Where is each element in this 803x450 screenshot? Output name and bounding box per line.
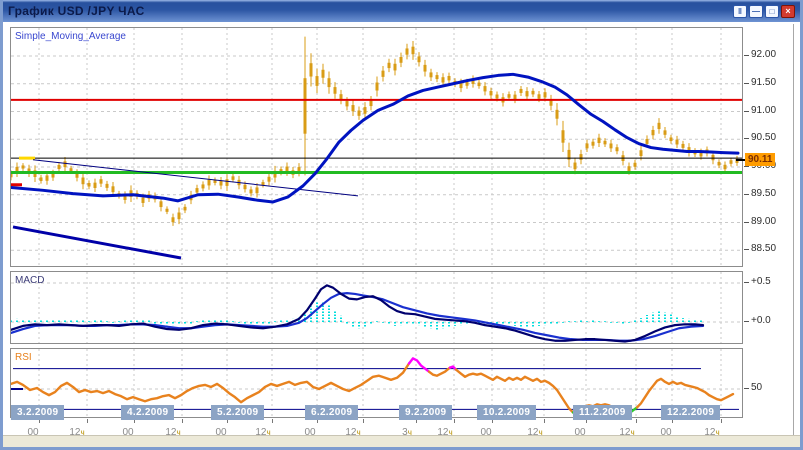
macd-tick-dash [744, 282, 749, 283]
price-tick-label: 92.00 [751, 49, 776, 60]
date-label: 12.2.2009 [661, 405, 720, 420]
date-label: 3.2.2009 [11, 405, 64, 420]
price-tick-label: 88.50 [751, 243, 776, 254]
time-axis-tick [272, 419, 273, 423]
maximize-button[interactable]: □ [765, 5, 779, 18]
time-label: 12ч [437, 427, 452, 438]
hour-suffix: ч [630, 428, 634, 437]
pause-button[interactable]: ‖ [733, 5, 747, 18]
price-tick-label: 89.00 [751, 216, 776, 227]
price-tick-label: 90.50 [751, 132, 776, 143]
time-label: 3ч [402, 427, 412, 438]
date-label: 5.2.2009 [211, 405, 264, 420]
price-chart-canvas[interactable] [10, 27, 743, 267]
date-label: 9.2.2009 [399, 405, 452, 420]
price-tick-dash [744, 194, 749, 195]
date-label: 10.2.2009 [477, 405, 536, 420]
date-label: 4.2.2009 [121, 405, 174, 420]
price-tick-dash [744, 111, 749, 112]
hour-suffix: ч [80, 428, 84, 437]
time-label: 00 [27, 427, 38, 438]
time-label: 12ч [704, 427, 719, 438]
hour-suffix: ч [266, 428, 270, 437]
close-button[interactable]: × [781, 5, 795, 18]
time-axis-tick [182, 419, 183, 423]
time-label: 00 [480, 427, 491, 438]
date-label: 11.2.2009 [573, 405, 632, 420]
time-label: 12ч [527, 427, 542, 438]
time-label: 00 [660, 427, 671, 438]
rsi-chart-canvas[interactable] [10, 348, 743, 418]
time-label: 00 [574, 427, 585, 438]
price-tick-dash [744, 249, 749, 250]
price-tick-label: 91.50 [751, 77, 776, 88]
price-tick-dash [744, 138, 749, 139]
title-bar[interactable]: График USD /JPY ЧАС ‖ — □ × [2, 0, 801, 22]
price-tick-dash [744, 166, 749, 167]
time-label: 00 [122, 427, 133, 438]
time-label: 00 [304, 427, 315, 438]
price-tick-dash [744, 55, 749, 56]
price-tick-label: 91.00 [751, 105, 776, 116]
rsi-tick-label: 50 [751, 382, 762, 393]
date-label: 6.2.2009 [305, 405, 358, 420]
hour-suffix: ч [356, 428, 360, 437]
hour-suffix: ч [408, 428, 412, 437]
window-title: График USD /JPY ЧАС [8, 4, 145, 18]
macd-tick-dash [744, 321, 749, 322]
time-label: 12ч [619, 427, 634, 438]
macd-tick-label: +0.5 [751, 276, 771, 287]
time-axis-tick [721, 419, 722, 423]
chart-content: Simple_Moving_Average MACD RSI 92.0091.5… [3, 22, 800, 441]
current-price-label: 90.11 [745, 153, 775, 166]
time-label: 12ч [345, 427, 360, 438]
hour-suffix: ч [715, 428, 719, 437]
rsi-tick-dash [744, 388, 749, 389]
price-tick-label: 89.50 [751, 188, 776, 199]
time-axis-tick [454, 419, 455, 423]
time-label: 12ч [165, 427, 180, 438]
current-price-tick [736, 159, 745, 161]
time-label: 12ч [255, 427, 270, 438]
time-label: 12ч [69, 427, 84, 438]
price-tick-dash [744, 222, 749, 223]
time-axis-tick [363, 419, 364, 423]
macd-tick-label: +0.0 [751, 315, 771, 326]
window-controls: ‖ — □ × [733, 5, 795, 18]
macd-chart-canvas[interactable] [10, 271, 743, 344]
price-tick-dash [744, 83, 749, 84]
chart-window: График USD /JPY ЧАС ‖ — □ × Simple_Movin… [0, 0, 803, 450]
time-label: 00 [215, 427, 226, 438]
time-axis-tick [636, 419, 637, 423]
hour-suffix: ч [538, 428, 542, 437]
scale-right-divider [793, 24, 794, 441]
hour-suffix: ч [448, 428, 452, 437]
time-axis-tick [544, 419, 545, 423]
minimize-button[interactable]: — [749, 5, 763, 18]
time-axis-tick [87, 419, 88, 423]
hour-suffix: ч [176, 428, 180, 437]
